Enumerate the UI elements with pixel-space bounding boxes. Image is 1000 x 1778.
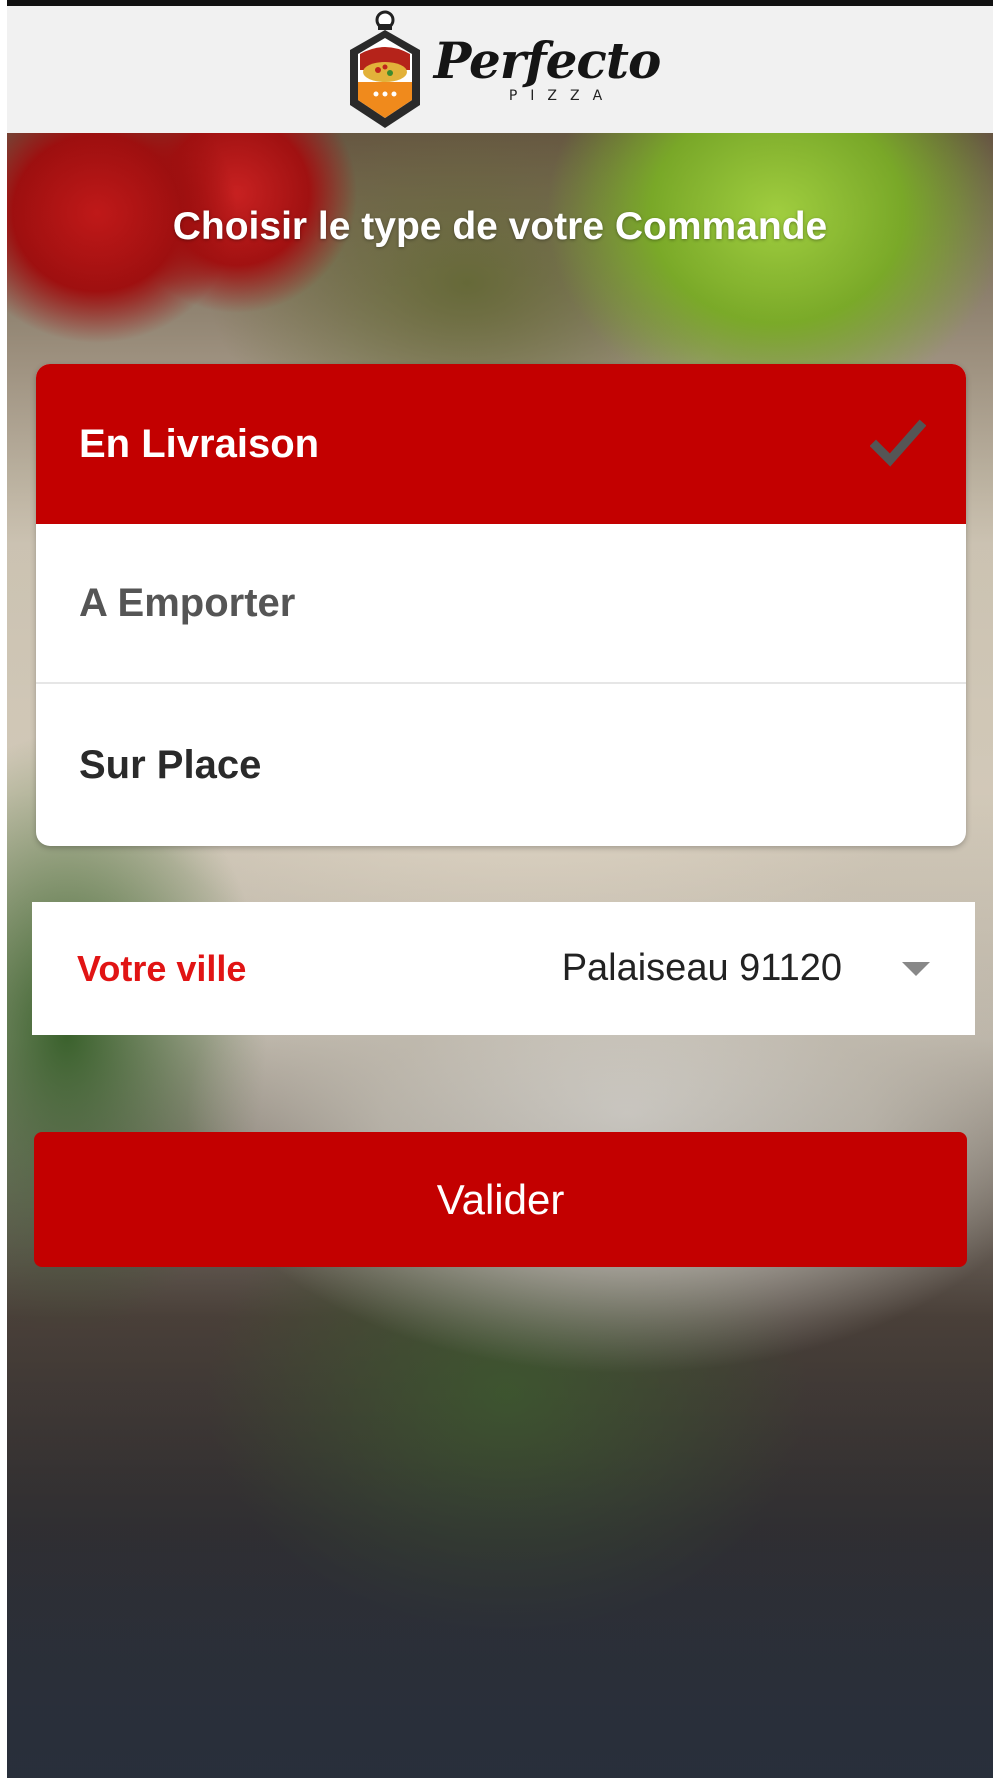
check-icon bbox=[870, 416, 926, 472]
app-header: Perfecto PIZZA bbox=[7, 6, 993, 133]
dropdown-arrow-icon bbox=[902, 961, 930, 976]
validate-button[interactable]: Valider bbox=[34, 1132, 967, 1267]
logo-text: Perfecto PIZZA bbox=[433, 30, 662, 104]
option-label: A Emporter bbox=[79, 580, 296, 625]
order-type-list: En Livraison A Emporter Sur Place bbox=[36, 364, 966, 846]
option-sur-place[interactable]: Sur Place bbox=[36, 684, 966, 846]
city-label: Votre ville bbox=[77, 947, 247, 989]
option-a-emporter[interactable]: A Emporter bbox=[36, 524, 966, 684]
page-title: Choisir le type de votre Commande bbox=[172, 205, 828, 248]
city-select[interactable]: Votre ville Palaiseau 91120 bbox=[32, 902, 975, 1035]
logo-name: Perfecto bbox=[433, 30, 662, 90]
option-en-livraison[interactable]: En Livraison bbox=[36, 364, 966, 524]
city-value-group: Palaiseau 91120 bbox=[562, 947, 930, 990]
brand-logo: Perfecto PIZZA bbox=[340, 10, 661, 130]
logo-icon bbox=[349, 10, 420, 128]
app-screen: Perfecto PIZZA Choisir le type de votre … bbox=[0, 0, 1000, 1778]
option-label: Sur Place bbox=[79, 742, 262, 787]
logo-subtitle: PIZZA bbox=[508, 87, 616, 104]
option-label: En Livraison bbox=[79, 421, 320, 466]
city-value: Palaiseau 91120 bbox=[561, 947, 842, 989]
